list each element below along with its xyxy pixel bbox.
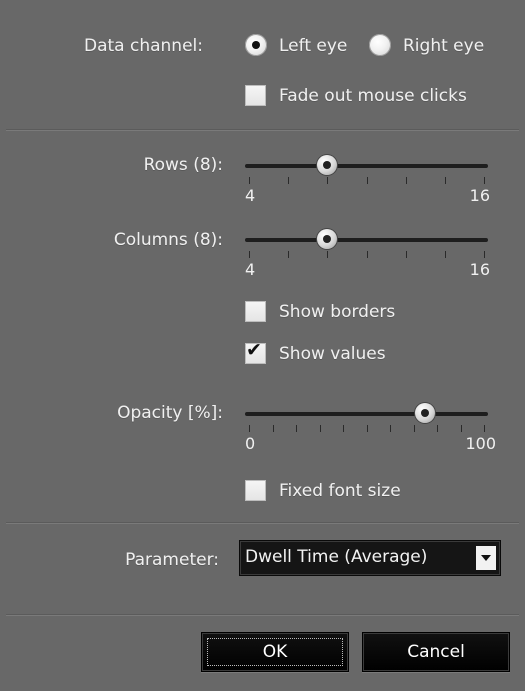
show-values-label[interactable]: Show values: [279, 344, 386, 364]
columns-label: Columns (8):: [113, 230, 223, 250]
grid-settings-dialog: Data channel: Left eye Right eye Fade ou…: [0, 0, 525, 691]
chevron-down-icon[interactable]: [476, 546, 496, 570]
rows-min-label: 4: [245, 186, 256, 205]
fixed-font-size-label[interactable]: Fixed font size: [279, 481, 401, 501]
parameter-select-value: Dwell Time (Average): [245, 547, 428, 567]
columns-slider-thumb[interactable]: [317, 229, 338, 249]
rows-slider[interactable]: 4 16: [245, 155, 490, 218]
opacity-slider-track: [245, 412, 488, 416]
rows-slider-track: [245, 164, 488, 168]
check-icon: ✔: [246, 339, 262, 361]
cancel-button-label: Cancel: [407, 642, 465, 662]
opacity-min-label: 0: [245, 434, 256, 453]
opacity-label: Opacity [%]:: [117, 403, 223, 423]
fixed-font-size-checkbox[interactable]: [245, 480, 266, 501]
radio-left-eye[interactable]: [245, 34, 267, 56]
ok-button[interactable]: OK: [201, 632, 349, 672]
radio-left-eye-label[interactable]: Left eye: [279, 36, 347, 56]
parameter-label: Parameter:: [125, 550, 219, 570]
cancel-button[interactable]: Cancel: [362, 632, 510, 672]
separator: [6, 614, 519, 616]
rows-label: Rows (8):: [143, 155, 223, 175]
separator: [6, 522, 519, 524]
radio-right-eye-label[interactable]: Right eye: [403, 36, 484, 56]
parameter-select[interactable]: Dwell Time (Average): [239, 540, 501, 576]
columns-min-label: 4: [245, 260, 256, 279]
columns-slider-ticks: [249, 251, 485, 259]
opacity-slider-ticks: [249, 425, 485, 433]
columns-slider-track: [245, 238, 488, 242]
opacity-max-label: 100: [465, 434, 496, 453]
radio-right-eye[interactable]: [369, 34, 391, 56]
separator: [6, 129, 519, 131]
show-values-checkbox[interactable]: ✔: [245, 339, 266, 364]
columns-max-label: 16: [469, 260, 490, 279]
columns-slider[interactable]: 4 16: [245, 229, 490, 292]
rows-slider-thumb[interactable]: [317, 155, 338, 175]
data-channel-label: Data channel:: [84, 36, 203, 56]
fade-out-mouse-clicks-label[interactable]: Fade out mouse clicks: [279, 86, 467, 106]
rows-slider-ticks: [249, 177, 485, 185]
show-borders-checkbox[interactable]: [245, 301, 266, 322]
radio-selected-dot: [252, 41, 260, 49]
opacity-slider[interactable]: 0 100: [245, 403, 496, 466]
show-borders-label[interactable]: Show borders: [279, 302, 395, 322]
rows-max-label: 16: [469, 186, 490, 205]
ok-button-label: OK: [262, 642, 288, 662]
fade-out-mouse-clicks-checkbox[interactable]: [245, 85, 266, 106]
opacity-slider-thumb[interactable]: [415, 403, 436, 423]
